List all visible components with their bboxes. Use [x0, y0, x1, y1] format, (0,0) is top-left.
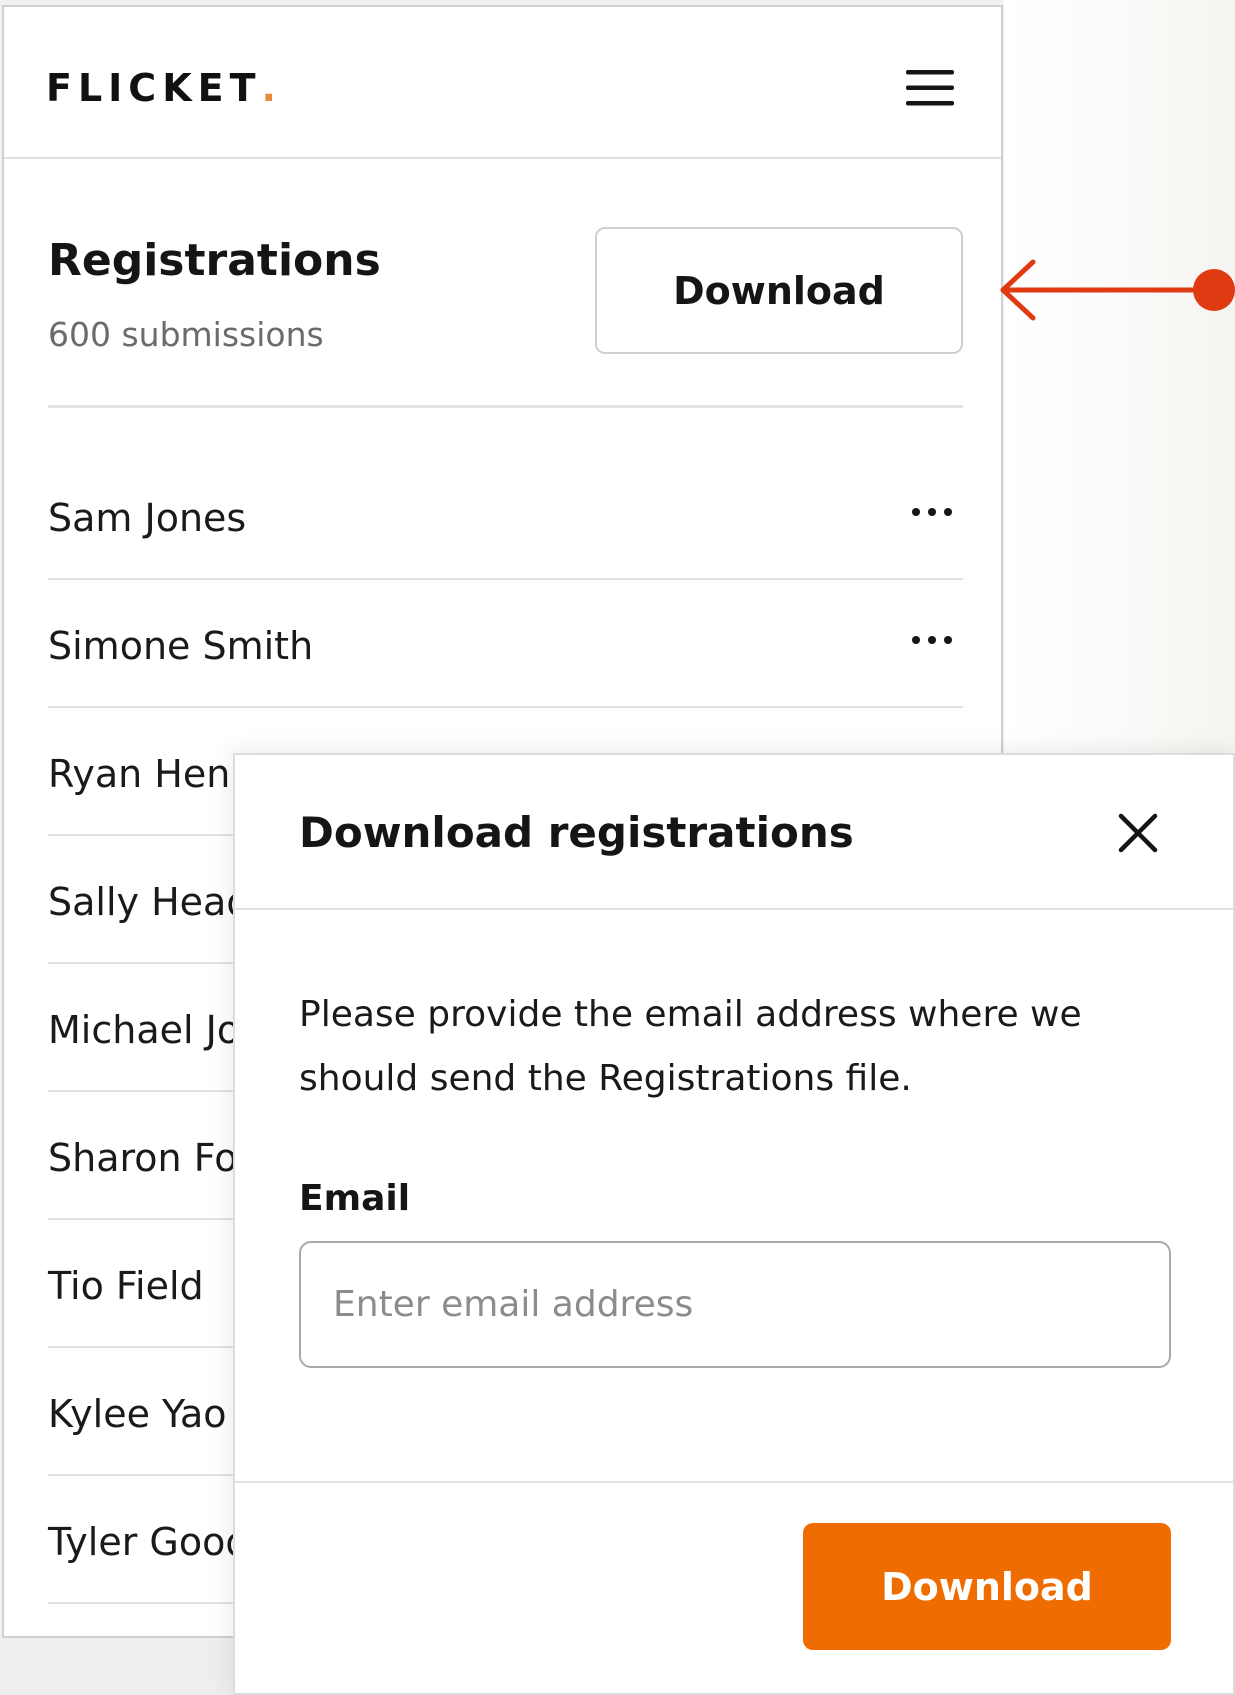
registrant-name: Tyler Good	[48, 1520, 250, 1564]
dialog-description: Please provide the email address where w…	[299, 994, 1082, 1099]
submission-count: 600 submissions	[48, 315, 324, 354]
download-button[interactable]: Download	[595, 227, 963, 354]
more-horizontal-icon[interactable]	[909, 500, 955, 524]
arrow-left-icon	[1000, 259, 1235, 321]
email-label: Email	[299, 1178, 411, 1219]
registrant-name: Simone Smith	[48, 624, 314, 668]
hamburger-menu-icon[interactable]	[904, 67, 956, 109]
flicket-logo[interactable]: FLICKET.	[46, 63, 276, 113]
page-title: Registrations	[48, 235, 381, 286]
dialog-footer-divider	[235, 1481, 1233, 1483]
dialog-title: Download registrations	[299, 808, 854, 857]
logo-dot: .	[261, 66, 276, 110]
download-registrations-dialog: Download registrations Please provide th…	[233, 753, 1235, 1695]
dialog-header: Download registrations	[235, 755, 1233, 910]
app-header: FLICKET.	[4, 7, 1001, 159]
list-item[interactable]: Simone Smith	[48, 580, 963, 708]
email-input[interactable]	[299, 1241, 1171, 1368]
registrant-name: Tio Field	[48, 1264, 204, 1308]
divider	[48, 405, 963, 408]
registrant-name: Sally Head	[48, 880, 251, 924]
registrant-name: Kylee Yao	[48, 1392, 227, 1436]
registrant-name: Sam Jones	[48, 496, 247, 540]
list-item[interactable]: Sam Jones	[48, 452, 963, 580]
more-horizontal-icon[interactable]	[909, 628, 955, 652]
close-icon[interactable]	[1115, 810, 1161, 856]
confirm-download-button[interactable]: Download	[803, 1523, 1171, 1650]
logo-text: FLICKET	[46, 66, 262, 110]
